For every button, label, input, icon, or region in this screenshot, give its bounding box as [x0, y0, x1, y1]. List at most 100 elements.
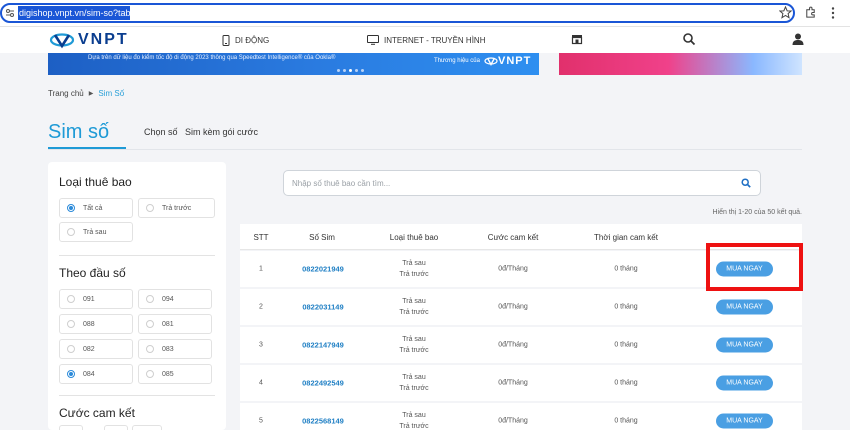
- cell-type-line: Trả trước: [399, 423, 429, 430]
- radio[interactable]: [146, 320, 154, 328]
- filter-option-partial[interactable]: [104, 425, 128, 430]
- cell-stt: 3: [259, 341, 263, 349]
- filter-commitment-heading: Cước cam kết: [59, 406, 135, 420]
- breadcrumb-home[interactable]: Trang chủ: [48, 89, 84, 98]
- cell-subscription-type: Trả sau Trả trước: [399, 296, 428, 318]
- sim-table: STT Số Sim Loại thuê bao Cước cam kết Th…: [240, 224, 802, 430]
- vnpt-logo[interactable]: VNPT: [49, 30, 129, 50]
- cell-type-line: Trả trước: [399, 309, 429, 316]
- column-header-number: Số Sim: [309, 233, 335, 242]
- cell-duration: 0 tháng: [614, 303, 638, 311]
- promo-banner[interactable]: Dựa trên dữ liệu đo kiểm tốc độ di động …: [48, 53, 539, 75]
- cell-type-line: Trả sau: [402, 336, 426, 343]
- radio[interactable]: [67, 345, 75, 353]
- banner-caption: Dựa trên dữ liệu đo kiểm tốc độ di động …: [88, 55, 336, 61]
- cell-subscription-type: Trả sau Trả trước: [399, 372, 428, 394]
- cell-stt: 2: [259, 303, 263, 311]
- banner-pagination: [337, 69, 367, 72]
- vnpt-logo-icon: [49, 33, 75, 49]
- tab-choose-number[interactable]: Chọn số: [144, 127, 178, 137]
- store-icon[interactable]: [570, 32, 584, 46]
- banner-dot[interactable]: [361, 69, 364, 72]
- breadcrumb-current: Sim Số: [98, 89, 125, 98]
- filter-option-081[interactable]: 081: [138, 314, 212, 334]
- browser-menu-icon[interactable]: [830, 6, 836, 20]
- buy-now-button[interactable]: MUA NGAY: [716, 337, 773, 353]
- address-bar-url[interactable]: digishop.vnpt.vn/sim-so?tab=c320: [18, 6, 130, 20]
- number-search-input[interactable]: [283, 170, 761, 196]
- filter-option-084[interactable]: 084: [59, 364, 133, 384]
- cell-sim-number[interactable]: 0822031149: [302, 303, 343, 312]
- promo-banner-secondary[interactable]: [559, 53, 802, 75]
- nav-internet-tv[interactable]: INTERNET - TRUYỀN HÌNH: [367, 32, 486, 48]
- cell-fee: 0đ/Tháng: [498, 303, 528, 311]
- radio-checked[interactable]: [67, 204, 75, 212]
- option-label: Trả trước: [162, 204, 192, 212]
- nav-internet-tv-label: INTERNET - TRUYỀN HÌNH: [384, 35, 486, 45]
- filter-option-partial[interactable]: [132, 425, 162, 430]
- buy-now-button[interactable]: MUA NGAY: [716, 261, 773, 277]
- banner-dot[interactable]: [337, 69, 340, 72]
- site-header: VNPT DI ĐỘNG INTERNET - TRUYỀN HÌNH: [0, 27, 850, 53]
- cell-sim-number[interactable]: 0822147949: [302, 341, 344, 350]
- radio[interactable]: [67, 228, 75, 236]
- banner-dot-active[interactable]: [349, 69, 352, 72]
- filter-option-094[interactable]: 094: [138, 289, 212, 309]
- search-icon[interactable]: [682, 32, 696, 46]
- cell-type-line: Trả trước: [399, 385, 429, 392]
- radio[interactable]: [67, 320, 75, 328]
- radio[interactable]: [146, 295, 154, 303]
- buy-now-button[interactable]: MUA NGAY: [716, 299, 773, 315]
- page-title: Sim số: [48, 121, 110, 143]
- cell-fee: 0đ/Tháng: [498, 379, 528, 387]
- cell-type-line: Trả sau: [402, 260, 426, 267]
- filter-option-postpaid[interactable]: Trả sau: [59, 222, 133, 242]
- table-row: 1 0822021949 Trả sau Trả trước 0đ/Tháng …: [240, 251, 802, 287]
- cell-type-line: Trả sau: [402, 298, 426, 305]
- cell-duration: 0 tháng: [614, 417, 638, 425]
- extensions-icon[interactable]: [804, 6, 817, 19]
- site-settings-icon[interactable]: [5, 8, 15, 18]
- buy-now-button[interactable]: MUA NGAY: [716, 413, 773, 429]
- cell-sim-number[interactable]: 0822021949: [302, 265, 344, 274]
- radio[interactable]: [146, 370, 154, 378]
- column-header-stt: STT: [253, 233, 269, 242]
- filter-option-088[interactable]: 088: [59, 314, 133, 334]
- option-label: 091: [83, 295, 95, 303]
- user-icon[interactable]: [791, 32, 805, 46]
- radio-checked[interactable]: [67, 370, 75, 378]
- buy-now-button[interactable]: MUA NGAY: [716, 375, 773, 391]
- cell-sim-number[interactable]: 0822492549: [302, 379, 344, 388]
- breadcrumb-separator-icon: ▶: [88, 91, 94, 97]
- banner-dot[interactable]: [355, 69, 358, 72]
- option-label: Trả sau: [83, 228, 107, 236]
- radio[interactable]: [146, 345, 154, 353]
- filter-option-091[interactable]: 091: [59, 289, 133, 309]
- table-row: 2 0822031149 Trả sau Trả trước 0đ/Tháng …: [240, 289, 802, 325]
- result-count: Hiển thị 1-20 của 50 kết quả.: [712, 209, 802, 216]
- monitor-icon: [367, 35, 379, 45]
- filter-option-partial[interactable]: [59, 425, 83, 430]
- option-label: 094: [162, 295, 174, 303]
- tab-sim-with-plan[interactable]: Sim kèm gói cước: [185, 127, 258, 137]
- filter-option-all[interactable]: Tất cả: [59, 198, 133, 218]
- cell-sim-number[interactable]: 0822568149: [302, 417, 344, 426]
- option-label: 082: [83, 345, 95, 353]
- search-submit-icon[interactable]: [741, 178, 751, 188]
- banner-dot[interactable]: [343, 69, 346, 72]
- cell-subscription-type: Trả sau Trả trước: [399, 410, 428, 430]
- filter-option-prepaid[interactable]: Trả trước: [138, 198, 215, 218]
- filter-option-083[interactable]: 083: [138, 339, 212, 359]
- bookmark-star-icon[interactable]: [779, 6, 792, 19]
- cell-fee: 0đ/Tháng: [498, 341, 528, 349]
- radio[interactable]: [146, 204, 154, 212]
- radio[interactable]: [67, 295, 75, 303]
- filter-panel: Loại thuê bao Tất cả Trả trước Trả sau T…: [48, 162, 226, 430]
- option-label: 085: [162, 370, 174, 378]
- logo-text: VNPT: [78, 31, 129, 48]
- filter-option-082[interactable]: 082: [59, 339, 133, 359]
- filter-option-085[interactable]: 085: [138, 364, 212, 384]
- nav-mobile[interactable]: DI ĐỘNG: [222, 32, 269, 48]
- filter-prefix-heading: Theo đầu số: [59, 266, 126, 280]
- cell-fee: 0đ/Tháng: [498, 265, 528, 273]
